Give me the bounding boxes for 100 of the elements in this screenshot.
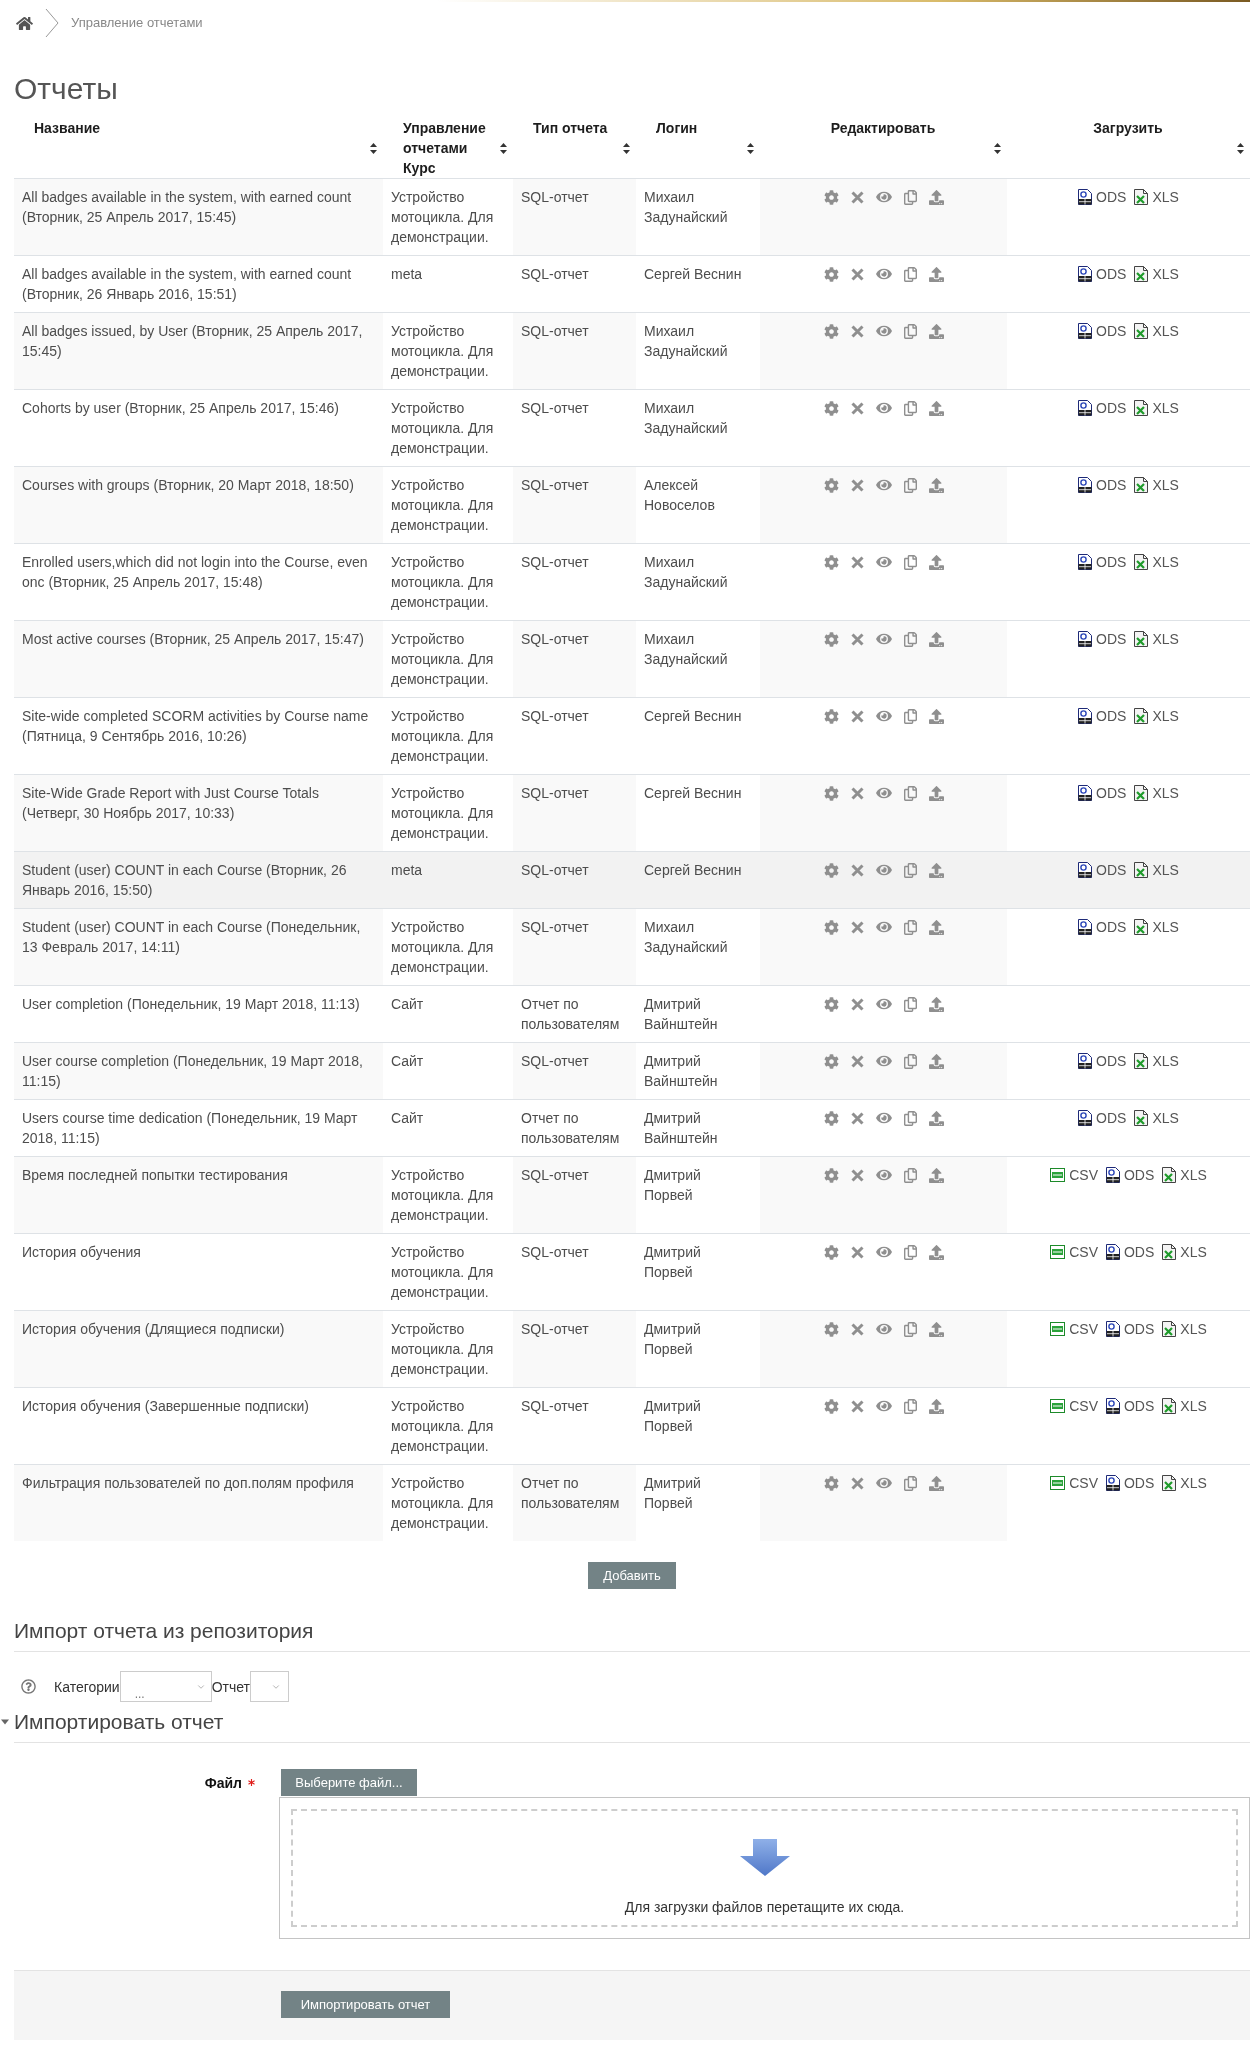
download-link[interactable]: XLS [1134,860,1179,880]
eye-icon[interactable] [875,478,892,492]
download-link[interactable]: XLS [1134,321,1179,341]
download-link[interactable]: CSV [1050,1396,1098,1416]
upload-icon[interactable] [928,631,944,647]
eye-icon[interactable] [875,324,892,338]
cross-icon[interactable] [850,1245,864,1259]
eye-icon[interactable] [875,709,892,723]
breadcrumb-link[interactable]: Управление отчетами [71,13,203,33]
settings-icon[interactable] [823,323,839,339]
download-link[interactable]: ODS [1106,1319,1155,1339]
download-link[interactable]: XLS [1134,1051,1179,1071]
download-link[interactable]: ODS [1106,1396,1155,1416]
download-link[interactable]: XLS [1134,917,1179,937]
column-header[interactable]: Загрузить [1019,118,1237,138]
download-link[interactable]: ODS [1078,398,1127,418]
download-link[interactable]: CSV [1050,1473,1098,1493]
cross-icon[interactable] [850,1168,864,1182]
cross-icon[interactable] [850,632,864,646]
download-link[interactable]: XLS [1134,783,1179,803]
eye-icon[interactable] [875,1322,892,1336]
upload-icon[interactable] [928,708,944,724]
copy-icon[interactable] [903,785,917,801]
upload-icon[interactable] [928,554,944,570]
download-link[interactable]: XLS [1162,1319,1207,1339]
settings-icon[interactable] [823,708,839,724]
cross-icon[interactable] [850,555,864,569]
copy-icon[interactable] [903,1321,917,1337]
settings-icon[interactable] [823,1398,839,1414]
settings-icon[interactable] [823,1110,839,1126]
eye-icon[interactable] [875,1054,892,1068]
download-link[interactable]: ODS [1078,706,1127,726]
copy-icon[interactable] [903,189,917,205]
eye-icon[interactable] [875,632,892,646]
upload-icon[interactable] [928,785,944,801]
upload-icon[interactable] [928,1110,944,1126]
download-link[interactable]: ODS [1106,1473,1155,1493]
download-link[interactable]: ODS [1078,917,1127,937]
upload-icon[interactable] [928,919,944,935]
cross-icon[interactable] [850,709,864,723]
upload-icon[interactable] [928,1321,944,1337]
download-link[interactable]: ODS [1106,1242,1155,1262]
settings-icon[interactable] [823,1167,839,1183]
download-link[interactable]: ODS [1078,187,1127,207]
settings-icon[interactable] [823,1475,839,1491]
copy-icon[interactable] [903,477,917,493]
upload-icon[interactable] [928,1398,944,1414]
column-header[interactable]: Тип отчета [533,118,623,138]
settings-icon[interactable] [823,631,839,647]
file-drop-area[interactable]: Для загрузки файлов перетащите их сюда. [279,1797,1250,1939]
report-select[interactable] [250,1671,290,1702]
download-link[interactable]: ODS [1078,552,1127,572]
upload-icon[interactable] [928,862,944,878]
upload-icon[interactable] [928,1167,944,1183]
copy-icon[interactable] [903,1398,917,1414]
download-link[interactable]: XLS [1162,1242,1207,1262]
copy-icon[interactable] [903,1244,917,1260]
column-header[interactable]: Редактировать [772,118,994,138]
download-link[interactable]: XLS [1162,1165,1207,1185]
eye-icon[interactable] [875,1399,892,1413]
upload-icon[interactable] [928,266,944,282]
cross-icon[interactable] [850,1476,864,1490]
download-link[interactable]: ODS [1078,264,1127,284]
settings-icon[interactable] [823,1244,839,1260]
cross-icon[interactable] [850,786,864,800]
download-link[interactable]: XLS [1134,475,1179,495]
settings-icon[interactable] [823,1053,839,1069]
download-link[interactable]: CSV [1050,1242,1098,1262]
download-link[interactable]: XLS [1134,398,1179,418]
eye-icon[interactable] [875,190,892,204]
download-link[interactable]: XLS [1134,706,1179,726]
eye-icon[interactable] [875,267,892,281]
category-select[interactable]: ... [119,1671,212,1702]
caret-down-icon[interactable] [1,1718,9,1726]
upload-icon[interactable] [928,996,944,1012]
download-link[interactable]: XLS [1134,187,1179,207]
cross-icon[interactable] [850,863,864,877]
copy-icon[interactable] [903,1167,917,1183]
download-link[interactable]: ODS [1078,475,1127,495]
download-link[interactable]: XLS [1134,1108,1179,1128]
settings-icon[interactable] [823,996,839,1012]
settings-icon[interactable] [823,1321,839,1337]
cross-icon[interactable] [850,267,864,281]
column-header[interactable]: Название [34,118,370,138]
copy-icon[interactable] [903,1053,917,1069]
upload-icon[interactable] [928,189,944,205]
eye-icon[interactable] [875,555,892,569]
import-button[interactable]: Импортировать отчет [281,1991,450,2018]
download-link[interactable]: XLS [1162,1396,1207,1416]
add-button[interactable]: Добавить [588,1562,676,1589]
download-link[interactable]: ODS [1078,1051,1127,1071]
settings-icon[interactable] [823,400,839,416]
download-link[interactable]: ODS [1106,1165,1155,1185]
home-icon[interactable] [16,15,33,31]
upload-icon[interactable] [928,323,944,339]
settings-icon[interactable] [823,266,839,282]
download-link[interactable]: CSV [1050,1319,1098,1339]
download-link[interactable]: XLS [1134,629,1179,649]
copy-icon[interactable] [903,1475,917,1491]
copy-icon[interactable] [903,266,917,282]
